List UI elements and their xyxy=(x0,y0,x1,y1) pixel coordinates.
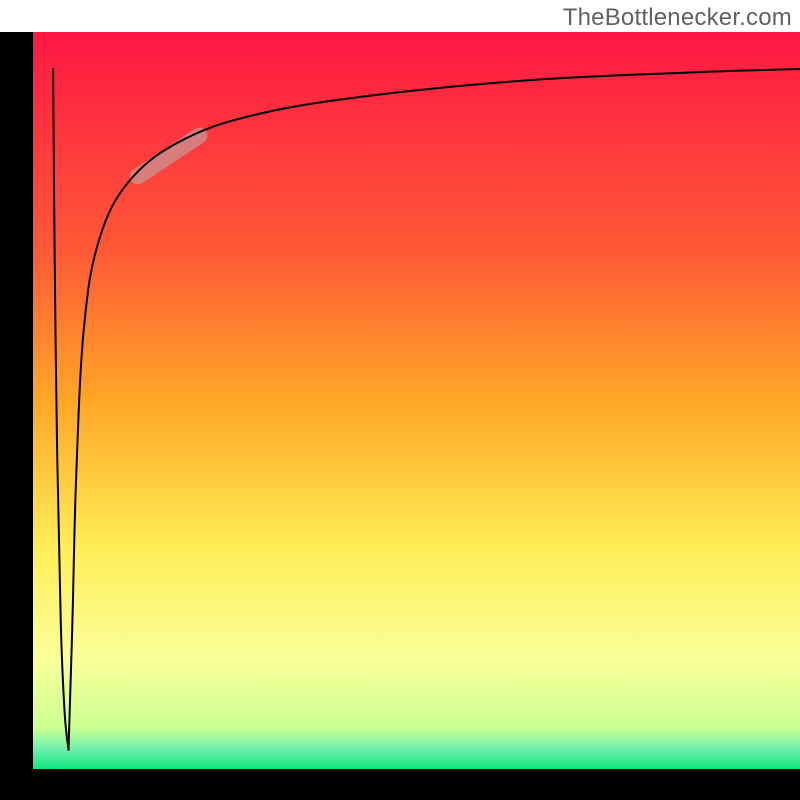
chart-svg xyxy=(0,0,800,800)
left-margin xyxy=(0,32,30,800)
watermark-text: TheBottlenecker.com xyxy=(563,4,792,32)
chart-root: TheBottlenecker.com xyxy=(0,0,800,800)
bottom-margin xyxy=(0,772,800,800)
chart-background xyxy=(30,32,800,772)
